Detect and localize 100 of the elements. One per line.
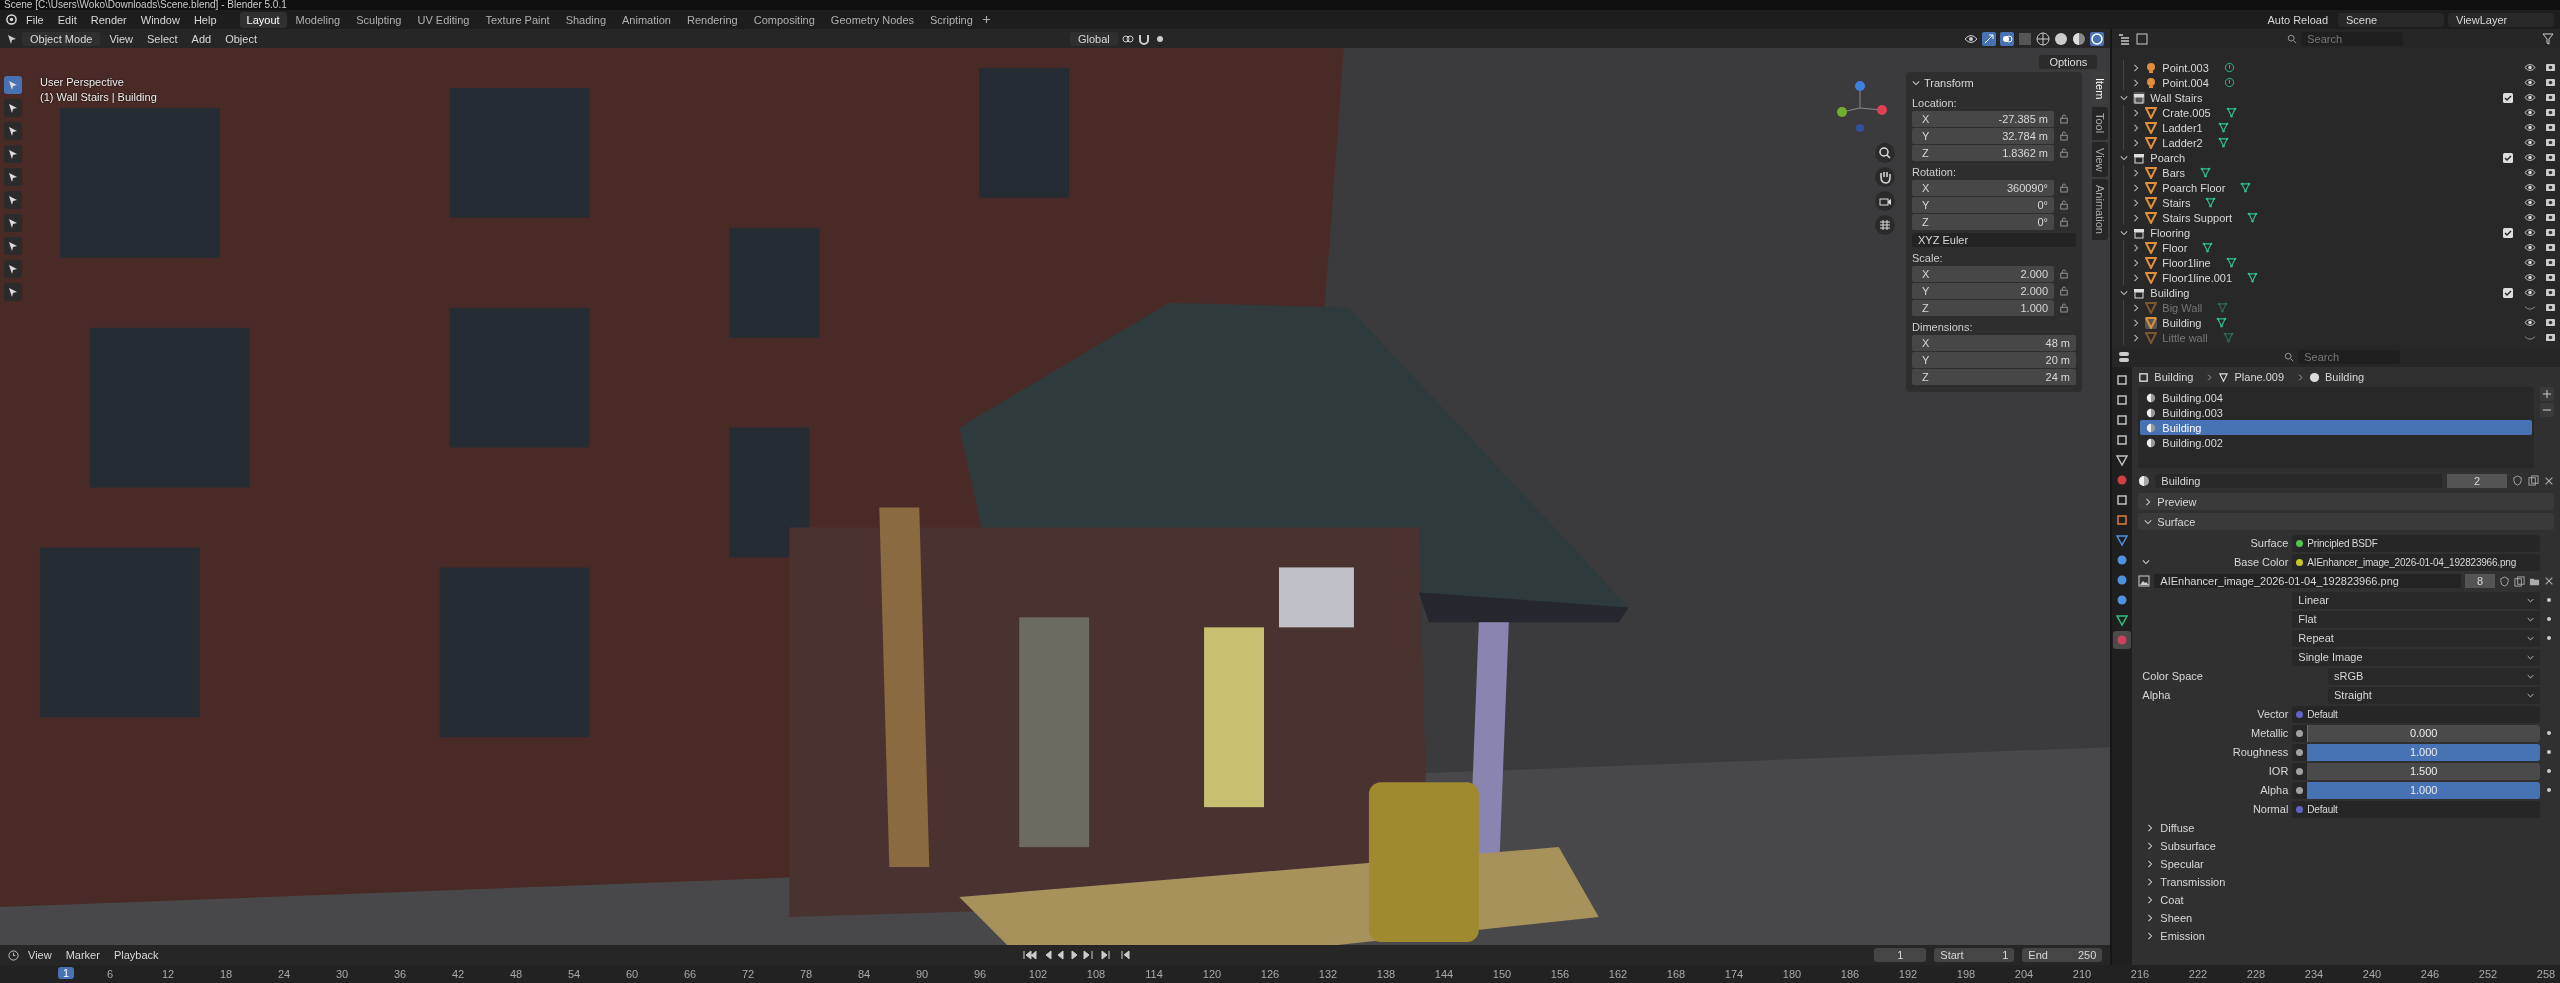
- sidebar-tab[interactable]: View: [2092, 141, 2108, 178]
- object-name[interactable]: Point.004: [2162, 76, 2209, 89]
- eye-icon[interactable]: [2524, 258, 2536, 267]
- workspace-tab[interactable]: Compositing: [746, 11, 822, 28]
- menu-item[interactable]: Marker: [60, 949, 105, 961]
- eye-icon[interactable]: [2524, 183, 2536, 192]
- eye-icon[interactable]: [2524, 108, 2536, 117]
- start-frame-field[interactable]: Start 1: [1934, 948, 2015, 962]
- light-data-icon[interactable]: [2223, 77, 2235, 88]
- dropdown[interactable]: Flat: [2292, 610, 2540, 628]
- lock-icon[interactable]: [2060, 269, 2068, 279]
- shield-icon[interactable]: [2512, 475, 2523, 486]
- number-field[interactable]: Y 2.000: [1912, 283, 2054, 299]
- eye-icon[interactable]: [2524, 63, 2536, 72]
- subpanel-header[interactable]: Transmission: [2138, 873, 2554, 891]
- number-field[interactable]: Y 20 m: [1912, 352, 2076, 368]
- expand-icon[interactable]: [2120, 153, 2129, 162]
- keyframe-dot[interactable]: [2547, 788, 2551, 792]
- keyframe-dot[interactable]: [2547, 617, 2551, 621]
- workspace-tab[interactable]: Geometry Nodes: [823, 11, 921, 28]
- menu-item[interactable]: View: [104, 32, 139, 45]
- closed-eye-icon[interactable]: [2524, 333, 2536, 342]
- mesh-data-icon[interactable]: [2217, 122, 2229, 133]
- number-field[interactable]: Z 1.000: [1912, 300, 2054, 316]
- keyframe-dot[interactable]: [2547, 636, 2551, 640]
- dropdown[interactable]: sRGB: [2328, 667, 2540, 685]
- value-slider[interactable]: 0.000: [2307, 724, 2540, 742]
- material-slot[interactable]: Building.002: [2140, 435, 2532, 450]
- workspace-tab[interactable]: Animation: [615, 11, 678, 28]
- material-slot[interactable]: Building.004: [2140, 390, 2532, 405]
- mesh-data-icon[interactable]: [2202, 242, 2214, 253]
- search-field[interactable]: Search: [2298, 350, 2401, 364]
- menu-item[interactable]: Help: [188, 13, 222, 26]
- lock-icon[interactable]: [2060, 286, 2068, 296]
- mesh-data-icon[interactable]: [2199, 167, 2211, 178]
- object-name[interactable]: Crate.005: [2162, 106, 2211, 119]
- subpanel-header[interactable]: Emission: [2138, 927, 2554, 945]
- image-name-field[interactable]: AIEnhancer_image_2026-01-04_192823966.png: [2154, 574, 2461, 588]
- number-field[interactable]: X 48 m: [1912, 335, 2076, 351]
- panel-header[interactable]: Preview: [2138, 493, 2554, 510]
- workspace-tab[interactable]: Sculpting: [349, 11, 409, 28]
- scene-field[interactable]: Scene: [2338, 12, 2444, 27]
- tool-icon[interactable]: [4, 145, 22, 163]
- expand-icon[interactable]: [2120, 228, 2129, 237]
- wireframe-shading-icon[interactable]: [2036, 31, 2051, 46]
- view-layer-field[interactable]: ViewLayer: [2448, 12, 2554, 27]
- sidebar-tab[interactable]: Tool: [2092, 107, 2108, 140]
- mesh-data-icon[interactable]: [2247, 272, 2259, 283]
- tool-icon[interactable]: [4, 191, 22, 209]
- clock-icon[interactable]: [8, 949, 19, 961]
- socket-link-field[interactable]: Default: [2292, 705, 2540, 723]
- socket-link-field[interactable]: AIEnhancer_image_2026-01-04_192823966.png: [2292, 553, 2540, 571]
- collapse-icon[interactable]: [1912, 79, 1920, 87]
- socket-link-field[interactable]: Principled BSDF: [2292, 534, 2540, 552]
- expand-icon[interactable]: [2120, 288, 2129, 297]
- material-name-field[interactable]: Building: [2155, 473, 2442, 488]
- blender-logo-icon[interactable]: [6, 14, 17, 25]
- current-frame-field[interactable]: 1: [1874, 948, 1927, 962]
- workspace-tab[interactable]: Modeling: [288, 11, 348, 28]
- mesh-data-icon[interactable]: [2240, 182, 2252, 193]
- eye-icon[interactable]: [2524, 93, 2536, 102]
- workspace-tab[interactable]: Texture Paint: [478, 11, 557, 28]
- dropdown[interactable]: Linear: [2292, 591, 2540, 609]
- object-name[interactable]: Bars: [2162, 166, 2185, 179]
- keyframe-dot[interactable]: [2547, 769, 2551, 773]
- number-field[interactable]: Z 1.8362 m: [1912, 145, 2054, 161]
- eye-icon[interactable]: [2524, 288, 2536, 297]
- shield-icon[interactable]: [2499, 575, 2510, 587]
- subpanel-header[interactable]: Subsurface: [2138, 837, 2554, 855]
- close-icon[interactable]: [2544, 576, 2554, 586]
- tool-icon[interactable]: [4, 168, 22, 186]
- number-field[interactable]: X 360090°: [1912, 180, 2054, 196]
- overlay-toggle-icon[interactable]: [2000, 31, 2015, 46]
- object-name[interactable]: Floor: [2162, 241, 2188, 254]
- checkbox[interactable]: [2503, 152, 2513, 163]
- copy-icon[interactable]: [2528, 475, 2539, 486]
- solid-shading-icon[interactable]: [2054, 31, 2069, 46]
- minus-icon[interactable]: [2540, 403, 2554, 417]
- menu-item[interactable]: Add: [186, 32, 217, 45]
- eye-icon[interactable]: [2524, 198, 2536, 207]
- number-field[interactable]: Z 24 m: [1912, 369, 2076, 385]
- workspace-tab[interactable]: Rendering: [679, 11, 745, 28]
- checkbox[interactable]: [2503, 287, 2513, 298]
- workspace-tab[interactable]: Layout: [239, 11, 287, 28]
- menu-item[interactable]: File: [21, 13, 49, 26]
- hand-icon[interactable]: [1875, 167, 1895, 187]
- close-icon[interactable]: [2544, 475, 2554, 486]
- number-field[interactable]: Y 32.784 m: [1912, 128, 2054, 144]
- mesh-data-icon[interactable]: [2216, 317, 2228, 328]
- collection-name[interactable]: Building: [2150, 286, 2190, 299]
- lock-icon[interactable]: [2060, 131, 2068, 141]
- number-field[interactable]: 1.500: [2307, 762, 2540, 780]
- editor-type-icon[interactable]: [2118, 351, 2131, 363]
- filter-icon[interactable]: [2542, 32, 2554, 45]
- tool-icon[interactable]: [4, 76, 22, 94]
- object-name[interactable]: Ladder1: [2162, 121, 2203, 134]
- lock-icon[interactable]: [2060, 148, 2068, 158]
- value-slider[interactable]: 1.000: [2307, 743, 2540, 761]
- subpanel-header[interactable]: Coat: [2138, 891, 2554, 909]
- breadcrumb-item[interactable]: Plane.009: [2234, 371, 2285, 383]
